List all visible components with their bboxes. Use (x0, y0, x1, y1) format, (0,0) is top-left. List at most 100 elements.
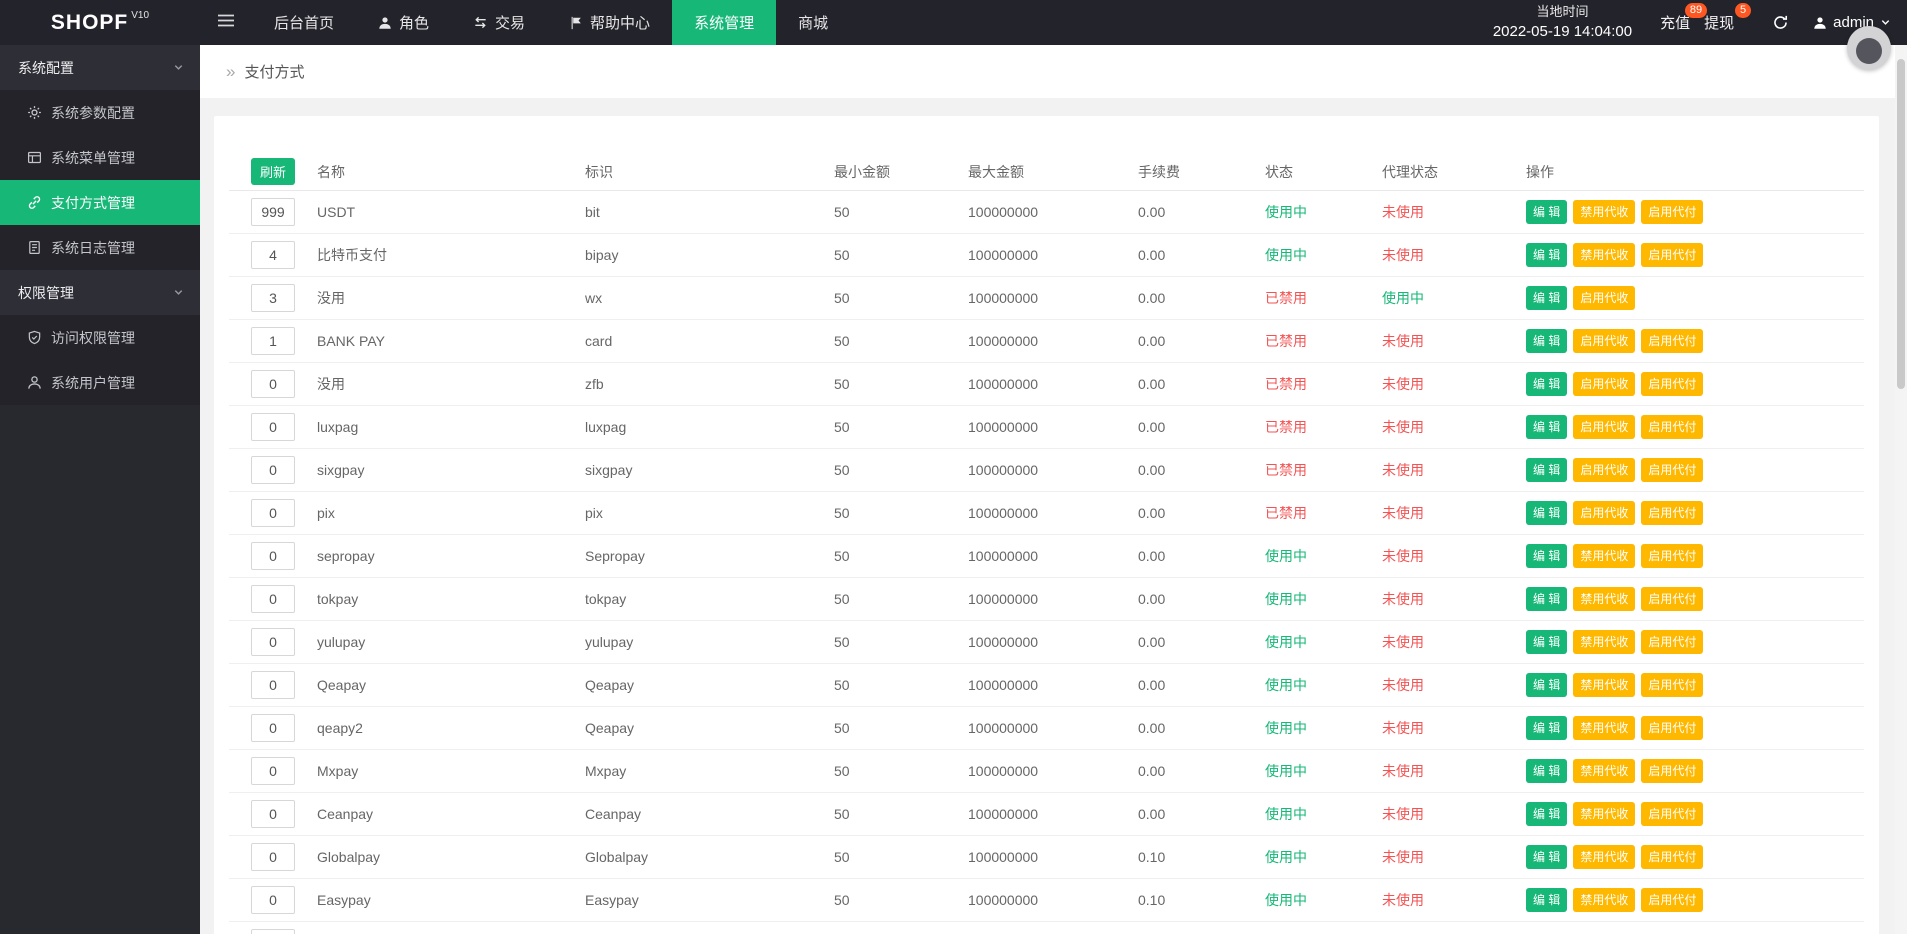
edit-button[interactable]: 编 辑 (1526, 242, 1568, 267)
payment-row: GlobalpayGlobalpay501000000000.10使用中未使用编… (229, 835, 1864, 879)
sidebar-item[interactable]: 系统参数配置 (0, 90, 200, 135)
sort-order-input[interactable] (251, 756, 295, 785)
edit-button[interactable]: 编 辑 (1526, 543, 1568, 568)
enable-payout-button[interactable]: 启用代付 (1641, 715, 1704, 740)
edit-button[interactable]: 编 辑 (1526, 328, 1568, 353)
edit-button[interactable]: 编 辑 (1526, 844, 1568, 869)
actions-cell: 编 辑禁用代收 启用代付 (1526, 749, 1864, 793)
sidebar-item[interactable]: 系统用户管理 (0, 360, 200, 405)
enable-payout-button[interactable]: 启用代付 (1641, 887, 1704, 912)
edit-button[interactable]: 编 辑 (1526, 457, 1568, 482)
brand-name: SHOPF (50, 10, 129, 34)
sort-order-input[interactable] (251, 584, 295, 613)
scrollbar-thumb[interactable] (1897, 59, 1905, 389)
enable-payout-button[interactable]: 启用代付 (1641, 371, 1704, 396)
refresh-icon[interactable] (1772, 14, 1789, 31)
disable-collect-button[interactable]: 禁用代收 (1573, 629, 1636, 654)
sort-order-input[interactable] (251, 498, 295, 527)
sort-order-input[interactable] (251, 412, 295, 441)
status-text: 已禁用 (1265, 332, 1307, 349)
sidebar-section-header[interactable]: 系统配置 (0, 45, 200, 90)
disable-collect-button[interactable]: 禁用代收 (1573, 801, 1636, 826)
payment-fee: 0.00 (1138, 233, 1265, 277)
sort-order-input[interactable] (251, 326, 295, 355)
enable-payout-button[interactable]: 启用代付 (1641, 242, 1704, 267)
disable-collect-button[interactable]: 禁用代收 (1573, 242, 1636, 267)
disable-collect-button[interactable]: 禁用代收 (1573, 586, 1636, 611)
sort-order-input[interactable] (251, 455, 295, 484)
vertical-scrollbar[interactable] (1895, 45, 1907, 934)
enable-payout-button[interactable]: 启用代付 (1641, 199, 1704, 224)
sort-order-input[interactable] (251, 799, 295, 828)
topnav-item[interactable]: 后台首页 (252, 0, 356, 45)
quick-link[interactable]: 提现 5 (1704, 3, 1752, 33)
edit-button[interactable]: 编 辑 (1526, 758, 1568, 783)
topnav-item[interactable]: 帮助中心 (547, 0, 672, 45)
edit-button[interactable]: 编 辑 (1526, 801, 1568, 826)
sort-order-input[interactable] (251, 885, 295, 914)
quick-link-label: 提现 (1704, 15, 1735, 32)
enable-payout-button[interactable]: 启用代付 (1641, 586, 1704, 611)
sidebar-toggle-button[interactable] (200, 0, 252, 45)
topnav-item[interactable]: 商城 (776, 0, 850, 45)
enable-collect-button[interactable]: 启用代收 (1573, 500, 1636, 525)
sidebar-section-header[interactable]: 权限管理 (0, 270, 200, 315)
enable-collect-button[interactable]: 启用代收 (1573, 371, 1636, 396)
sort-order-input[interactable] (251, 369, 295, 398)
enable-payout-button[interactable]: 启用代付 (1641, 758, 1704, 783)
sidebar-item[interactable]: 系统菜单管理 (0, 135, 200, 180)
disable-collect-button[interactable]: 禁用代收 (1573, 199, 1636, 224)
topnav-item[interactable]: 交易 (451, 0, 547, 45)
sort-cell (229, 792, 317, 836)
edit-button[interactable]: 编 辑 (1526, 371, 1568, 396)
sort-order-input[interactable] (251, 670, 295, 699)
edit-button[interactable]: 编 辑 (1526, 285, 1568, 310)
disable-collect-button[interactable]: 禁用代收 (1573, 543, 1636, 568)
enable-collect-button[interactable]: 启用代收 (1573, 457, 1636, 482)
enable-payout-button[interactable]: 启用代付 (1641, 672, 1704, 697)
sort-order-input[interactable] (251, 283, 295, 312)
edit-button[interactable]: 编 辑 (1526, 500, 1568, 525)
actions-cell: 编 辑禁用代收 启用代付 (1526, 577, 1864, 621)
topnav-item[interactable]: 角色 (356, 0, 451, 45)
edit-button[interactable]: 编 辑 (1526, 715, 1568, 740)
enable-payout-button[interactable]: 启用代付 (1641, 414, 1704, 439)
quick-link[interactable]: 充值 89 (1660, 3, 1708, 33)
status-cell: 已禁用 (1265, 276, 1382, 320)
sidebar-item[interactable]: 系统日志管理 (0, 225, 200, 270)
edit-button[interactable]: 编 辑 (1526, 672, 1568, 697)
sidebar-item[interactable]: 访问权限管理 (0, 315, 200, 360)
sort-order-input[interactable] (251, 928, 295, 934)
edit-button[interactable]: 编 辑 (1526, 586, 1568, 611)
edit-button[interactable]: 编 辑 (1526, 887, 1568, 912)
edit-button[interactable]: 编 辑 (1526, 629, 1568, 654)
enable-payout-button[interactable]: 启用代付 (1641, 801, 1704, 826)
enable-collect-button[interactable]: 启用代收 (1573, 414, 1636, 439)
sort-order-input[interactable] (251, 197, 295, 226)
sort-order-input[interactable] (251, 541, 295, 570)
disable-collect-button[interactable]: 禁用代收 (1573, 672, 1636, 697)
disable-collect-button[interactable]: 禁用代收 (1573, 844, 1636, 869)
sort-order-input[interactable] (251, 713, 295, 742)
edit-button[interactable]: 编 辑 (1526, 199, 1568, 224)
enable-payout-button[interactable]: 启用代付 (1641, 500, 1704, 525)
enable-payout-button[interactable]: 启用代付 (1641, 629, 1704, 654)
disable-collect-button[interactable]: 禁用代收 (1573, 715, 1636, 740)
sort-order-input[interactable] (251, 627, 295, 656)
edit-button[interactable]: 编 辑 (1526, 414, 1568, 439)
refresh-button[interactable]: 刷新 (250, 158, 295, 186)
sidebar-item[interactable]: 支付方式管理 (0, 180, 200, 225)
sort-order-input[interactable] (251, 240, 295, 269)
status-cell: 已禁用 (1265, 362, 1382, 406)
enable-payout-button[interactable]: 启用代付 (1641, 543, 1704, 568)
topnav-item[interactable]: 系统管理 (672, 0, 777, 45)
sort-order-input[interactable] (251, 842, 295, 871)
enable-payout-button[interactable]: 启用代付 (1641, 457, 1704, 482)
payment-code: pix (585, 491, 834, 535)
disable-collect-button[interactable]: 禁用代收 (1573, 758, 1636, 783)
enable-collect-button[interactable]: 启用代收 (1573, 285, 1636, 310)
enable-payout-button[interactable]: 启用代付 (1641, 328, 1704, 353)
enable-payout-button[interactable]: 启用代付 (1641, 844, 1704, 869)
disable-collect-button[interactable]: 禁用代收 (1573, 887, 1636, 912)
enable-collect-button[interactable]: 启用代收 (1573, 328, 1636, 353)
